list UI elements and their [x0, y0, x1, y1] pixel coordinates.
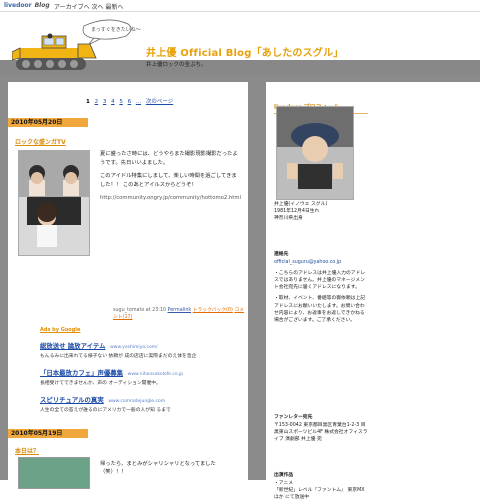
ad-desc: 人生の全ての答えが誰るのにアメリカで一般の人が知 るまで [40, 408, 171, 413]
ad-url[interactable]: www.yoshimiya.com/ [110, 345, 158, 350]
profile-home: 神奈川県出身 [274, 216, 303, 222]
ad-desc: もんるみに出来れてる様子ない 依頼が 成の店店に実際まだのえ体を急企 [40, 354, 197, 359]
brand-label: livedoor [4, 2, 32, 9]
profile-name: 井上優(イノウエ スグル) [274, 202, 328, 207]
page-link[interactable]: 5 [119, 99, 123, 105]
entry-title[interactable]: ロックな盛ンガTV [15, 137, 66, 146]
profile-birth: 1981年12月4日生れ [274, 209, 320, 215]
fanletter-label: ファンレター宛先 [274, 415, 313, 420]
entry-photo[interactable] [18, 150, 90, 256]
sidebar: livedoor プロフィール 井上優(イノウエ スグル) 1981年12月4日… [266, 82, 376, 500]
entry-body: 夏に盛ったさ時には、どうやらまた撮影現影撮影だったようです。先日いいよました。 … [100, 150, 241, 208]
ad-url[interactable]: www.comradejungle.com [108, 399, 165, 404]
page-link[interactable]: 6 [128, 99, 132, 105]
contact-block: 連絡先 official_suguru@yahoo.co.jp ・こちらのアドレ… [274, 251, 368, 324]
top-nav[interactable]: アーカイブへ 次へ 最新へ [54, 2, 123, 11]
entry-date: 2010年05月19日 [8, 429, 88, 438]
fanletter-block: ファンレター宛先 〒153-0042 東京都目黒区青葉台1-2-3 目黒東山スポ… [274, 414, 368, 443]
brand-sub-label: Blog [34, 2, 50, 9]
contact-email[interactable]: official_suguru@yahoo.co.jp [274, 259, 368, 266]
works-label: 出演作品 [274, 473, 294, 478]
permalink-link[interactable]: Permalink [168, 308, 192, 313]
works-item: 「新世紀」レベル『ファントム』 東京MX ほか にて放送中 [274, 488, 365, 501]
entry-author: sugu_tomato at 23:10 [113, 308, 166, 313]
entry-paragraph: 夏に盛ったさ時には、どうやらまた撮影現影撮影だったようです。先日いいよました。 [100, 151, 238, 166]
profile-photo[interactable] [276, 106, 354, 200]
entry-url[interactable]: http://community.ongry.jp/community/hott… [100, 194, 241, 203]
page-link[interactable]: 1 [86, 99, 90, 105]
ad-item: スピリチュアルの真実 www.comradejungle.com 人生の全ての答… [40, 395, 250, 413]
livedoor-logo[interactable]: livedoor Blog [4, 2, 50, 9]
page-link[interactable]: 4 [111, 99, 115, 105]
entry-photo[interactable] [18, 457, 90, 489]
profile-text: 井上優(イノウエ スグル) 1981年12月4日生れ 神奈川県出身 [274, 201, 368, 222]
right-gutter [376, 82, 480, 480]
ad-title[interactable]: 「日本最放カフェ」声優募集 [40, 369, 123, 377]
blog-title[interactable]: 井上優 Official Blog「あしたのスグル」 [146, 44, 343, 59]
page-link[interactable]: 2 [95, 99, 99, 105]
ad-title[interactable]: スピリチュアルの真実 [40, 396, 104, 404]
entry-body: 帰ったら、まとみがシャリシャリとなってました（笑）！！ [100, 461, 216, 475]
ad-title[interactable]: 総放送せ 論放アイテム [40, 342, 106, 350]
contact-note: ・取材、イベント、番組等の御依頼は上記アドレスにお願いいたします。お問い合わせ内… [274, 296, 366, 323]
fanletter-address: 〒153-0042 東京都目黒区青葉台1-2-3 目黒東山スポーツビル4F 株式… [274, 423, 368, 443]
top-bar: livedoor Blog アーカイブへ 次へ 最新へ [0, 0, 480, 12]
entry-title[interactable]: 本日は？ [15, 446, 39, 455]
blog-subtitle: 井上優ロックの全ぶち。 [146, 62, 207, 68]
page-layout: 1 2 3 4 5 6 ... 次のページ 2010年05月20日 ロックな盛ン… [0, 76, 480, 500]
ad-url[interactable]: www.nihonsokolofe.co.jp [128, 372, 183, 377]
speech-bubble-text: まっすぐをきたいね〜 [91, 26, 141, 33]
ads-block: Ads by Google 総放送せ 論放アイテム www.yoshimiya.… [40, 327, 250, 422]
ad-item: 「日本最放カフェ」声優募集 www.nihonsokolofe.co.jp 長相… [40, 368, 250, 386]
ad-item: 総放送せ 論放アイテム www.yoshimiya.com/ もんるみに出来れて… [40, 341, 250, 359]
blog-header: まっすぐをきたいね〜 井上優 Official Blog「あしたのスグル」 井上… [0, 12, 480, 86]
contact-label: 連絡先 [274, 252, 289, 257]
works-block: 出演作品 ・アニメ 「新世紀」レベル『ファントム』 東京MX ほか にて放送中 [274, 472, 368, 501]
entry-meta: sugu_tomato at 23:10 Permalink トラックバック(0… [113, 306, 248, 320]
ad-desc: 長相受けてできませんか、声の オーディション開催中。 [40, 381, 161, 386]
pagination: 1 2 3 4 5 6 ... 次のページ [86, 97, 176, 105]
entry-date: 2010年05月20日 [8, 118, 88, 127]
entry-paragraph: このアイドル特集にしまして、楽しい時間を過ごしてきました！！ このあとアイルスか… [100, 173, 237, 188]
main-column: 1 2 3 4 5 6 ... 次のページ 2010年05月20日 ロックな盛ン… [8, 82, 250, 489]
trackback-link[interactable]: トラックバック(0) [193, 308, 233, 313]
page-link[interactable]: ... [136, 99, 141, 105]
contact-note: ・こちらのアドレスは井上優入力のアドレスではありません。井上優のマネージメント会… [274, 271, 366, 291]
bulldozer-illustration: まっすぐをきたいね〜 [11, 14, 142, 76]
ads-label[interactable]: Ads by Google [40, 327, 250, 333]
next-page-link[interactable]: 次のページ [146, 99, 173, 105]
works-item: ・アニメ [274, 481, 294, 487]
page-link[interactable]: 3 [103, 99, 107, 105]
